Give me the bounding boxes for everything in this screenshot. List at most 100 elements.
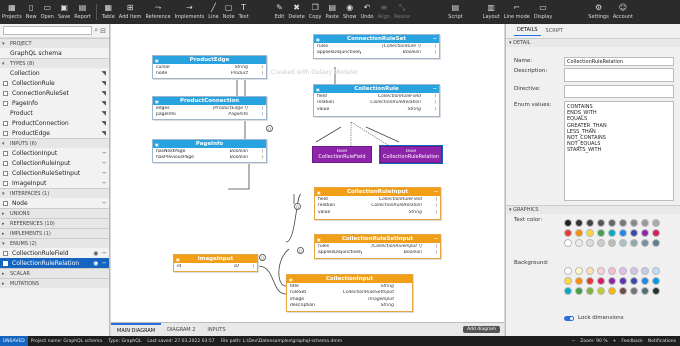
add-diagram-button[interactable]: Add diagram [463,326,500,333]
hide-icon[interactable]: ─ [102,180,106,187]
edit-icon[interactable]: ◥ [101,80,106,87]
tree-item-type[interactable]: ConnectionRuleSet ◥ [0,88,109,98]
layout-button[interactable]: ▥ Layout [481,0,502,24]
section-scalar[interactable]: ▸ SCALAR [0,268,109,278]
color-swatch[interactable] [586,229,594,237]
feedback-link[interactable]: Feedback [621,339,642,344]
color-swatch[interactable] [586,239,594,247]
description-field[interactable] [564,68,674,82]
collapse-icon[interactable]: ▣ [316,87,320,92]
diagram-canvas[interactable]: ○ ○ ○ ○ ○ Created with Galaxy Modeler ▣P… [111,24,504,322]
color-swatch[interactable] [641,277,649,285]
zoom-in-icon[interactable]: + [613,339,617,344]
edit-icon[interactable]: ◥ [101,90,106,97]
color-swatch[interactable] [597,287,605,295]
directive-field[interactable] [564,85,674,98]
line-button[interactable]: ╱ Line [206,0,220,24]
color-swatch[interactable] [619,277,627,285]
new-button[interactable]: ▯ New [24,0,39,24]
color-swatch[interactable] [597,267,605,275]
color-swatch[interactable] [564,219,572,227]
tab-inputs[interactable]: INPUTS [201,323,231,337]
minimize-icon[interactable]: − [434,189,438,195]
section-enums[interactable]: ▾ ENUMS (2) [0,238,109,248]
color-swatch[interactable] [608,277,616,285]
eye-icon[interactable]: ◉ [93,250,98,257]
color-swatch[interactable] [641,219,649,227]
hide-icon[interactable]: ─ [102,150,106,157]
checkbox[interactable] [3,100,8,106]
entity-collection-input[interactable]: ▣ CollectionInput title String ruleSet Coll… [286,274,413,312]
field-row[interactable]: hasPreviousPage Boolean! [153,155,266,162]
section-project[interactable]: ▾ PROJECT [0,38,109,48]
minimize-icon[interactable]: − [434,236,438,242]
paste-button[interactable]: ▤ Paste [324,0,342,24]
color-swatch[interactable] [619,239,627,247]
edit-icon[interactable]: ◥ [101,110,106,117]
collapse-icon[interactable]: ▣ [317,237,321,242]
add-item-button[interactable]: ⊞ Add Item [117,0,144,24]
color-swatch[interactable] [630,229,638,237]
resize-button[interactable]: ⤡ Resize [392,0,412,24]
checkbox[interactable] [3,90,8,96]
color-swatch[interactable] [619,287,627,295]
color-swatch[interactable] [619,219,627,227]
field-row[interactable]: appliesDisjunctively Boolean! [315,250,440,257]
field-row[interactable]: value String! [315,209,440,216]
tab-details[interactable]: DETAILS [514,27,541,36]
account-button[interactable]: ☺ Account [611,0,635,24]
tree-item-enum-selected[interactable]: CollectionRuleRelation ◉ ─ [0,258,109,268]
section-types[interactable]: ▾ TYPES (8) [0,58,109,68]
checkbox[interactable] [3,120,8,126]
section-graphics[interactable]: ▾ GRAPHICS [506,205,680,214]
entity-connection-rule-set[interactable]: ▣ ConnectionRuleSet − rules [CollectionRule… [313,34,440,59]
zoom-out-icon[interactable]: − [571,339,575,344]
line-mode-button[interactable]: ⌐ Line mode [502,0,532,24]
collapse-icon[interactable]: ▣ [155,142,159,147]
color-swatch[interactable] [608,229,616,237]
color-swatch[interactable] [586,219,594,227]
color-swatch[interactable] [641,287,649,295]
show-button[interactable]: ◉ Show [341,0,359,24]
color-swatch[interactable] [630,287,638,295]
field-row[interactable]: value String! [314,106,439,113]
tree-item-type[interactable]: Product ◥ [0,108,109,118]
tree-item-type[interactable]: PageInfo ◥ [0,98,109,108]
checkbox[interactable] [3,130,8,136]
minimize-icon[interactable]: − [433,86,437,92]
project-name-item[interactable]: GraphQL schema [0,48,109,58]
section-unions[interactable]: ▸ UNIONS [0,208,109,218]
color-swatch[interactable] [564,229,572,237]
color-swatch[interactable] [608,267,616,275]
color-swatch[interactable] [619,229,627,237]
tree-item-type[interactable]: ProductConnection ◥ [0,118,109,128]
checkbox[interactable] [3,80,8,86]
notifications-link[interactable]: Notifications [648,339,676,344]
open-button[interactable]: ▭ Open [39,0,56,24]
collapse-icon[interactable]: ▣ [176,257,180,262]
collapse-icon[interactable]: ▣ [289,277,293,282]
color-swatch[interactable] [641,229,649,237]
color-swatch[interactable] [619,267,627,275]
collapse-icon[interactable]: ▣ [316,37,320,42]
tree-search-input[interactable] [3,26,93,35]
color-swatch[interactable] [564,267,572,275]
report-button[interactable]: ▤ Report [72,0,93,24]
checkbox[interactable] [3,180,8,186]
color-swatch[interactable] [575,219,583,227]
color-swatch[interactable] [564,239,572,247]
name-field[interactable]: CollectionRuleRelation [564,57,674,66]
collapse-icon[interactable]: ▣ [317,190,321,195]
tree-item-type[interactable]: Collection ◥ [0,68,109,78]
text-button[interactable]: T Text [237,0,251,24]
color-swatch[interactable] [575,287,583,295]
hide-icon[interactable]: ─ [102,160,106,167]
tree-item-type[interactable]: CollectionRule ◥ [0,78,109,88]
color-swatch[interactable] [630,277,638,285]
tab-diagram-2[interactable]: DIAGRAM 2 [161,323,201,337]
color-swatch[interactable] [597,229,605,237]
entity-image-input[interactable]: ▣ ImageInput id ID! [173,254,258,272]
tree-item-input[interactable]: CollectionInput ─ [0,148,109,158]
edit-icon[interactable]: ◥ [101,120,106,127]
color-swatch[interactable] [586,287,594,295]
